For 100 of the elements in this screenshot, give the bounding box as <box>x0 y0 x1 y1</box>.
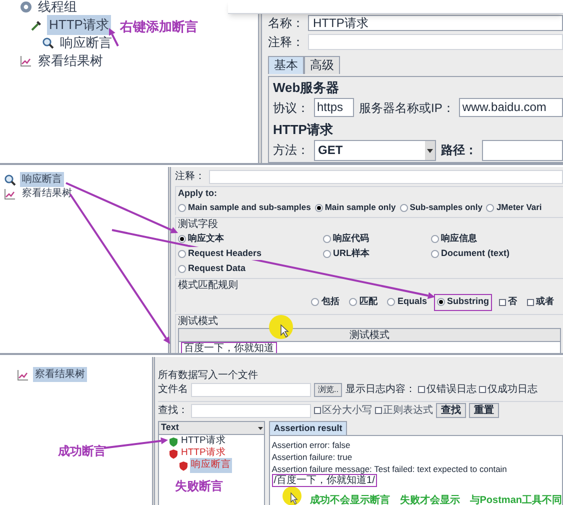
radio-selected[interactable] <box>437 298 445 306</box>
tab[interactable]: Assertion result <box>268 421 348 435</box>
result-line: Assertion failure: true <box>272 452 352 463</box>
option-label: 响应信息 <box>441 232 477 246</box>
pipette-icon <box>31 19 43 31</box>
result-line: Assertion failure message: Test failed: text expected to contain /百度一下，你就知道1/ <box>272 464 508 486</box>
result-line: Assertion error: false <box>272 440 350 451</box>
radio-button[interactable] <box>178 250 186 258</box>
highlighted-text: /百度一下，你就知道1/ <box>272 474 377 487</box>
group-title: 测试字段 <box>178 218 218 231</box>
tree-item[interactable]: 察看结果树 <box>20 186 74 201</box>
field-label: 路径： <box>441 142 477 159</box>
tab[interactable]: 高级 <box>304 56 340 74</box>
checkbox[interactable] <box>314 407 321 414</box>
radio-button[interactable] <box>486 204 494 212</box>
radio-button[interactable] <box>323 234 331 242</box>
header-label: Text <box>161 421 179 434</box>
file-field[interactable] <box>191 382 311 396</box>
radio-selected[interactable] <box>314 204 323 212</box>
option-label: Substring <box>447 295 489 308</box>
chart-icon <box>4 188 16 200</box>
option-label: 包括 <box>321 295 340 308</box>
method-dropdown[interactable]: GET <box>314 140 436 160</box>
magnifier-icon <box>42 37 54 49</box>
checkbox[interactable] <box>418 386 426 393</box>
radio-button[interactable] <box>387 298 396 306</box>
option-label: 否 <box>508 295 517 308</box>
tree-item[interactable]: 响应断言 <box>58 33 114 53</box>
field-label: 名称： <box>268 15 304 32</box>
toolbar-button[interactable]: 重置 <box>469 403 499 418</box>
field-label: 查找： <box>158 404 188 418</box>
field-label: 协议： <box>273 100 309 116</box>
option-label: JMeter Vari <box>496 201 542 214</box>
checkbox[interactable] <box>479 386 486 393</box>
tree-item[interactable]: 察看结果树 <box>33 367 87 382</box>
radio-button[interactable] <box>178 204 186 212</box>
option-label: Main sample and sub-samples <box>188 201 311 214</box>
browse-button[interactable]: 浏览.. <box>314 382 342 396</box>
chart-icon <box>17 368 29 380</box>
radio-button[interactable] <box>323 250 331 258</box>
path-field[interactable] <box>482 140 563 160</box>
radio-button[interactable] <box>431 234 439 242</box>
group-title: 测试模式 <box>178 315 218 328</box>
field-label: 显示日志内容： <box>345 382 416 397</box>
checkbox[interactable] <box>375 407 382 414</box>
tree-item[interactable]: 察看结果树 <box>36 51 105 71</box>
comment-field[interactable] <box>308 34 563 50</box>
option-label: Sub-samples only <box>410 201 482 214</box>
option-label: 匹配 <box>359 295 378 308</box>
annotation-text: 成功断言 <box>58 443 106 460</box>
tree-item[interactable]: HTTP请求 <box>47 15 111 35</box>
option-label: Main sample only <box>324 201 396 214</box>
option-label: Request Headers <box>188 246 262 260</box>
option-label: 或者 <box>536 295 554 308</box>
section-title: HTTP请求 <box>273 122 333 137</box>
server-field[interactable]: www.baidu.com <box>459 98 563 117</box>
radio-button[interactable] <box>311 298 320 306</box>
field-label: 注释： <box>268 34 304 50</box>
name-field[interactable]: HTTP请求 <box>308 15 563 31</box>
option-label: Request Data <box>188 262 246 276</box>
option-label: Document (text) <box>441 246 510 260</box>
option-label: 正则表达式 <box>383 404 433 418</box>
tab[interactable]: 基本 <box>268 56 304 74</box>
annotation-text: 与Postman工具不同 <box>470 494 562 505</box>
annotation-text: 右键添加断言 <box>120 18 198 36</box>
table-cell: 百度一下，你就知道 <box>181 342 277 353</box>
radio-button[interactable] <box>178 264 186 272</box>
check-shield-icon <box>169 436 178 446</box>
search-field[interactable] <box>191 404 311 418</box>
annotation-text: 失败才会显示 <box>400 494 460 505</box>
option-label: Equals <box>397 295 427 308</box>
group-title: 模式匹配规则 <box>178 279 238 292</box>
option-label: 响应文本 <box>188 232 224 246</box>
annotation-text: 失败断言 <box>175 478 223 495</box>
field-label: 注释： <box>175 170 205 184</box>
group-title: Apply to: <box>178 187 217 200</box>
comment-field[interactable] <box>209 170 563 184</box>
protocol-field[interactable]: https <box>314 98 354 117</box>
radio-button[interactable] <box>349 298 358 306</box>
section-title: Web服务器 <box>273 80 340 95</box>
tree-item[interactable]: 响应断言 <box>20 172 64 187</box>
toolbar-button[interactable]: 查找 <box>436 403 466 418</box>
radio-button[interactable] <box>400 204 408 212</box>
option-label: 响应代码 <box>333 232 369 246</box>
tree-item[interactable]: 线程组 <box>36 0 79 17</box>
annotation-text: 成功不会显示断言 <box>310 493 390 505</box>
caret-icon <box>425 140 435 160</box>
option-label: 仅错误日志 <box>426 382 476 397</box>
option-label: URL样本 <box>333 246 370 260</box>
field-label: 方法： <box>273 142 309 159</box>
column-header: 测试模式 <box>179 329 560 342</box>
option-label: 仅成功日志 <box>487 382 538 397</box>
field-label: 文件名 <box>158 382 188 397</box>
radio-selected[interactable] <box>178 234 186 242</box>
section-title: 所有数据写入一个文件 <box>158 369 258 382</box>
radio-button[interactable] <box>431 250 439 258</box>
magnifier-icon <box>4 174 16 186</box>
option-label: 区分大小写 <box>322 404 372 418</box>
checkbox[interactable] <box>499 298 506 306</box>
checkbox[interactable] <box>527 298 534 306</box>
